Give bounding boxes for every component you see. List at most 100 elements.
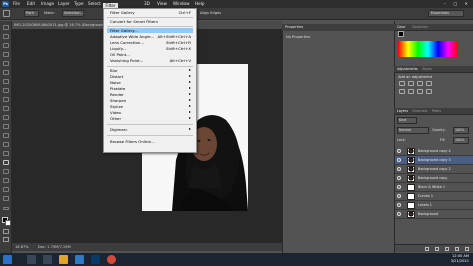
blend-mode-select[interactable]: Normal [397, 127, 429, 134]
visibility-eye-icon[interactable] [397, 194, 401, 198]
zoom-tool-icon[interactable] [3, 196, 9, 201]
brush-tool-icon[interactable] [3, 88, 9, 93]
background-color-swatch[interactable] [5, 220, 11, 226]
crop-tool-icon[interactable] [3, 61, 9, 66]
make-selection-button[interactable]: Selection... [62, 10, 84, 17]
menu-type[interactable]: Type [74, 1, 84, 7]
visibility-eye-icon[interactable] [397, 212, 401, 216]
curves-icon[interactable] [417, 81, 423, 86]
brightness-contrast-icon[interactable] [399, 81, 405, 86]
rectangle-tool-icon[interactable] [3, 178, 9, 183]
tab-layers[interactable]: Layers [397, 108, 408, 115]
visibility-eye-icon[interactable] [397, 149, 401, 153]
window-controls[interactable]: – ▢ ✕ [444, 1, 471, 7]
menu-item-digimarc[interactable]: Digimarc [107, 127, 193, 132]
menu-item-filter-gallery[interactable]: Filter Gallery... [107, 28, 193, 34]
hand-tool-icon[interactable] [3, 187, 9, 192]
dodge-tool-icon[interactable] [3, 142, 9, 147]
menu-edit[interactable]: Edit [27, 1, 35, 7]
layer-row[interactable]: Background copy 4 [395, 147, 473, 156]
menu-item-distort[interactable]: Distort [107, 74, 193, 79]
pen-tool-preset-icon[interactable] [3, 10, 10, 17]
visibility-eye-icon[interactable] [397, 167, 401, 171]
color-panel-foreground-swatch[interactable] [398, 31, 404, 37]
quick-mask-icon[interactable] [3, 229, 9, 234]
tab-channels[interactable]: Channels [412, 108, 427, 115]
menu-item-last-filter[interactable]: Filter Gallery Ctrl+F [107, 10, 193, 15]
visibility-eye-icon[interactable] [397, 185, 401, 189]
lasso-tool-icon[interactable] [3, 43, 9, 48]
tab-styles[interactable]: Styles [422, 66, 432, 73]
start-icon[interactable] [3, 255, 12, 264]
visibility-eye-icon[interactable] [397, 158, 401, 162]
zoom-level[interactable]: 16.67% [15, 245, 29, 249]
hue-saturation-icon[interactable] [408, 89, 414, 94]
tab-color[interactable]: Color [397, 24, 406, 31]
black-white-icon[interactable] [426, 89, 432, 94]
menu-item-oil-paint[interactable]: Oil Paint... [107, 52, 193, 57]
layer-row[interactable]: Levels 1 [395, 201, 473, 210]
menu-item-sharpen[interactable]: Sharpen [107, 98, 193, 103]
more-tools-icon[interactable] [3, 207, 9, 210]
new-layer-icon[interactable] [455, 247, 459, 251]
menu-item-pixelate[interactable]: Pixelate [107, 86, 193, 91]
menu-layer[interactable]: Layer [58, 1, 70, 7]
path-selection-tool-icon[interactable] [3, 169, 9, 174]
search-icon[interactable] [27, 255, 36, 264]
move-tool-icon[interactable] [3, 25, 9, 30]
workspace-select[interactable]: Essentials [428, 10, 464, 17]
tab-adjustments[interactable]: Adjustments [397, 66, 418, 73]
menu-item-convert-smart[interactable]: Convert for Smart Filters [107, 19, 193, 24]
type-tool-icon[interactable] [3, 160, 9, 165]
gradient-tool-icon[interactable] [3, 124, 9, 129]
eraser-tool-icon[interactable] [3, 115, 9, 120]
layer-filter-kind[interactable]: Kind [397, 117, 417, 124]
menu-item-browse-filters-online[interactable]: Browse Filters Online... [107, 139, 193, 144]
color-spectrum-bar[interactable] [398, 41, 458, 57]
menu-item-render[interactable]: Render [107, 92, 193, 97]
menu-item-stylize[interactable]: Stylize [107, 104, 193, 109]
menu-item-adaptive-wide-angle[interactable]: Adaptive Wide Angle... Alt+Shift+Ctrl+A [107, 34, 193, 39]
marquee-tool-icon[interactable] [3, 34, 9, 39]
align-edges-checkbox[interactable]: Align Edges [200, 11, 221, 15]
photoshop-taskbar-icon[interactable] [91, 255, 100, 264]
menu-help[interactable]: Help [195, 1, 205, 7]
pen-tool-icon[interactable] [3, 151, 9, 156]
menu-item-lens-correction[interactable]: Lens Correction... Shift+Ctrl+R [107, 40, 193, 45]
menu-item-video[interactable]: Video [107, 110, 193, 115]
color-balance-icon[interactable] [417, 89, 423, 94]
menu-image[interactable]: Image [41, 1, 54, 7]
fx-icon[interactable] [425, 247, 429, 251]
blur-tool-icon[interactable] [3, 133, 9, 138]
layer-row[interactable]: Background copy [395, 174, 473, 183]
layer-row[interactable]: Black & White 1 [395, 183, 473, 192]
visibility-eye-icon[interactable] [397, 176, 401, 180]
levels-icon[interactable] [408, 81, 414, 86]
menu-select[interactable]: Select [88, 1, 101, 7]
fill-input[interactable]: 100% [453, 137, 469, 144]
healing-brush-tool-icon[interactable] [3, 79, 9, 84]
menu-item-vanishing-point[interactable]: Vanishing Point... Alt+Ctrl+V [107, 58, 193, 63]
menu-3d[interactable]: 3D [144, 1, 150, 7]
eyedropper-tool-icon[interactable] [3, 70, 9, 75]
menu-view[interactable]: View [157, 1, 167, 7]
layer-row[interactable]: Background copy 3 [395, 156, 473, 165]
layer-row[interactable]: Curves 1 [395, 192, 473, 201]
menu-item-liquify[interactable]: Liquify... Shift+Ctrl+X [107, 46, 193, 51]
chrome-icon[interactable] [107, 255, 116, 264]
quick-select-tool-icon[interactable] [3, 52, 9, 57]
tab-swatches[interactable]: Swatches [412, 24, 428, 31]
doc-size[interactable]: Doc: 1.79M/7.19M [38, 245, 71, 249]
visibility-eye-icon[interactable] [397, 203, 401, 207]
exposure-icon[interactable] [426, 81, 432, 86]
layer-row[interactable]: Background copy 2 [395, 165, 473, 174]
menu-file[interactable]: File [13, 1, 20, 7]
vibrance-icon[interactable] [399, 89, 405, 94]
store-icon[interactable] [75, 255, 84, 264]
file-explorer-icon[interactable] [59, 255, 68, 264]
clone-stamp-tool-icon[interactable] [3, 97, 9, 102]
menu-item-blur[interactable]: Blur [107, 68, 193, 73]
menu-window[interactable]: Window [173, 1, 190, 7]
trash-icon[interactable] [465, 247, 469, 251]
opacity-input[interactable]: 100% [453, 127, 469, 134]
